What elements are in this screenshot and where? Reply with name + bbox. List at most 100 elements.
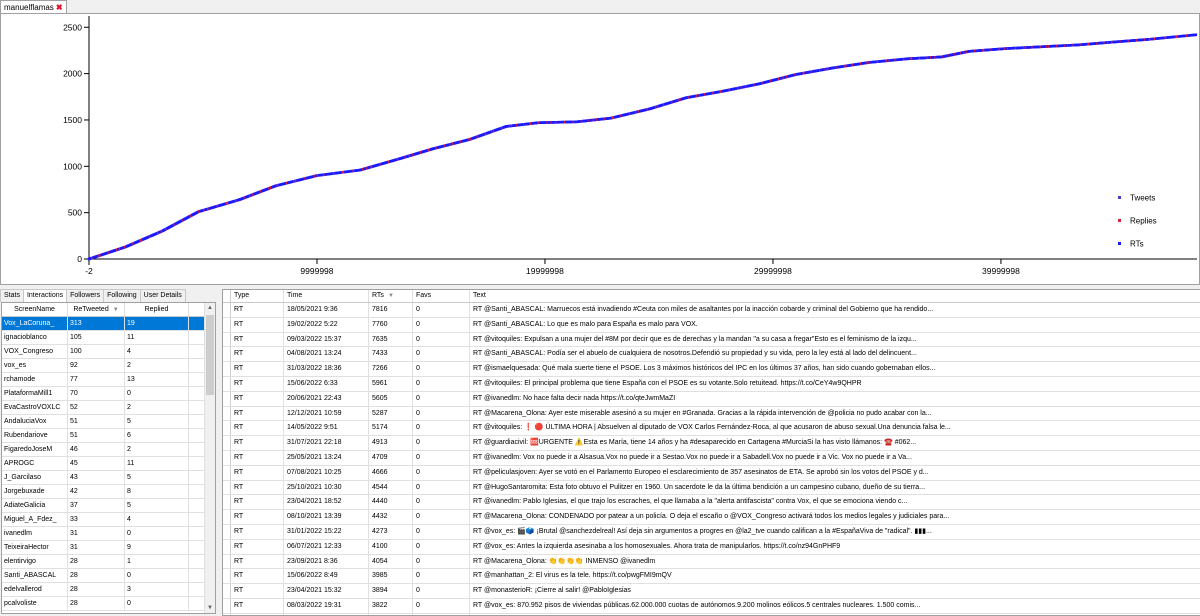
- screenname-cell[interactable]: Rubendariove: [2, 429, 68, 442]
- rts-cell[interactable]: 4100: [369, 539, 413, 554]
- row-header[interactable]: [223, 347, 231, 362]
- favs-cell[interactable]: 0: [413, 406, 470, 421]
- table-row[interactable]: RT 08/03/2022 19:31 3822 0 RT @vox_es: 870.9…: [223, 598, 1200, 614]
- time-cell[interactable]: 06/07/2021 12:33: [284, 539, 369, 554]
- text-cell[interactable]: RT @ivanedlm: Pablo Iglesias, el que tra…: [470, 495, 1199, 509]
- rts-cell[interactable]: 5174: [369, 421, 413, 436]
- screenname-cell[interactable]: PlataformaMill1: [2, 387, 68, 400]
- table-row[interactable]: rchamode 77 13: [2, 373, 215, 387]
- time-cell[interactable]: 23/09/2021 8:36: [284, 554, 369, 569]
- row-header[interactable]: [223, 436, 231, 450]
- retweeted-cell[interactable]: 43: [68, 471, 125, 484]
- row-header[interactable]: [223, 362, 231, 376]
- scroll-down-icon[interactable]: ▼: [205, 603, 215, 613]
- row-header[interactable]: [223, 303, 231, 317]
- screenname-cell[interactable]: EvaCastroVOXLC: [2, 401, 68, 414]
- document-tab[interactable]: manuelflamas ✖: [0, 0, 67, 14]
- retweeted-cell[interactable]: 42: [68, 485, 125, 498]
- favs-cell[interactable]: 0: [413, 598, 470, 613]
- favs-cell[interactable]: 0: [413, 421, 470, 436]
- type-cell[interactable]: RT: [231, 539, 284, 554]
- retweeted-cell[interactable]: 92: [68, 359, 125, 372]
- row-header[interactable]: [223, 391, 231, 406]
- retweeted-cell[interactable]: 31: [68, 527, 125, 540]
- time-cell[interactable]: 07/08/2021 10:25: [284, 465, 369, 480]
- replied-cell[interactable]: 0: [125, 527, 189, 540]
- favs-cell[interactable]: 0: [413, 303, 470, 317]
- retweeted-cell[interactable]: 51: [68, 429, 125, 442]
- table-row[interactable]: RT 31/01/2022 15:22 4273 0 RT @vox_es: 🎬🗳️ ¡…: [223, 524, 1200, 540]
- time-cell[interactable]: 23/04/2021 18:52: [284, 495, 369, 510]
- text-cell[interactable]: RT @Santi_ABASCAL: Marruecos está invadi…: [470, 303, 1199, 317]
- table-row[interactable]: edelvallerod 28 3: [2, 583, 215, 597]
- type-cell[interactable]: RT: [231, 317, 284, 332]
- table-row[interactable]: vox_es 92 2: [2, 359, 215, 373]
- time-cell[interactable]: 20/06/2021 22:43: [284, 391, 369, 406]
- row-header[interactable]: [223, 598, 231, 613]
- retweeted-cell[interactable]: 51: [68, 415, 125, 428]
- row-header[interactable]: [223, 376, 231, 391]
- type-cell[interactable]: RT: [231, 362, 284, 376]
- replied-cell[interactable]: 2: [125, 359, 189, 372]
- row-header[interactable]: [223, 480, 231, 495]
- row-header[interactable]: [223, 539, 231, 554]
- table-row[interactable]: ignacioblanco 105 11: [2, 331, 215, 345]
- favs-cell[interactable]: 0: [413, 524, 470, 539]
- screenname-cell[interactable]: AdiateGalicia: [2, 499, 68, 512]
- text-cell[interactable]: RT @Macarena_Olona: 👏👏👏👏 INMENSO @ivaned…: [470, 555, 1199, 569]
- table-row[interactable]: RT 14/05/2022 9:51 5174 0 RT @vitoquiles: ❗ …: [223, 421, 1200, 437]
- row-header[interactable]: [223, 465, 231, 480]
- type-cell[interactable]: RT: [231, 465, 284, 480]
- time-cell[interactable]: 23/04/2021 15:32: [284, 584, 369, 598]
- type-cell[interactable]: RT: [231, 436, 284, 450]
- tab-followers[interactable]: Followers: [66, 289, 105, 302]
- replied-cell[interactable]: 4: [125, 345, 189, 358]
- time-cell[interactable]: 15/06/2022 8:49: [284, 569, 369, 584]
- interactions-scrollbar[interactable]: ▲ ▼: [204, 303, 215, 613]
- favs-cell[interactable]: 0: [413, 332, 470, 347]
- time-cell[interactable]: 18/05/2021 9:36: [284, 303, 369, 317]
- rts-cell[interactable]: 5605: [369, 391, 413, 406]
- favs-cell[interactable]: 0: [413, 539, 470, 554]
- replied-cell[interactable]: 4: [125, 513, 189, 526]
- table-row[interactable]: RT 23/04/2021 15:32 3894 0 RT @monasterioR: …: [223, 584, 1200, 599]
- replied-cell[interactable]: 0: [125, 387, 189, 400]
- screenname-cell[interactable]: edelvallerod: [2, 583, 68, 596]
- rts-cell[interactable]: 7433: [369, 347, 413, 362]
- column-header-type[interactable]: Type: [231, 290, 284, 302]
- type-cell[interactable]: RT: [231, 332, 284, 347]
- time-cell[interactable]: 31/01/2022 15:22: [284, 524, 369, 539]
- replied-cell[interactable]: 2: [125, 401, 189, 414]
- rts-cell[interactable]: 4273: [369, 524, 413, 539]
- table-row[interactable]: RT 19/02/2022 5:22 7760 0 RT @Santi_ABASCAL:…: [223, 317, 1200, 333]
- table-row[interactable]: RT 12/12/2021 10:59 5287 0 RT @Macarena_Olon…: [223, 406, 1200, 422]
- retweeted-cell[interactable]: 28: [68, 583, 125, 596]
- type-cell[interactable]: RT: [231, 391, 284, 406]
- text-cell[interactable]: RT @peliculasjoven: Ayer se votó en el P…: [470, 466, 1199, 480]
- rts-cell[interactable]: 3985: [369, 569, 413, 584]
- table-row[interactable]: RT 23/04/2021 18:52 4440 0 RT @ivanedlm: Pab…: [223, 495, 1200, 511]
- favs-cell[interactable]: 0: [413, 362, 470, 376]
- row-header[interactable]: [223, 569, 231, 584]
- screenname-cell[interactable]: APROGC: [2, 457, 68, 470]
- favs-cell[interactable]: 0: [413, 465, 470, 480]
- replied-cell[interactable]: 3: [125, 583, 189, 596]
- screenname-cell[interactable]: ignacioblanco: [2, 331, 68, 344]
- table-row[interactable]: RT 15/06/2022 8:49 3985 0 RT @manhattan_2: E…: [223, 569, 1200, 585]
- type-cell[interactable]: RT: [231, 303, 284, 317]
- rts-cell[interactable]: 3822: [369, 598, 413, 613]
- time-cell[interactable]: 08/03/2022 19:31: [284, 598, 369, 613]
- time-cell[interactable]: 25/10/2021 10:30: [284, 480, 369, 495]
- rts-cell[interactable]: 7635: [369, 332, 413, 347]
- table-row[interactable]: RT 31/07/2021 22:18 4913 0 RT @guardiacivil:…: [223, 436, 1200, 451]
- text-cell[interactable]: RT @HugoSantaromita: Esta foto obtuvo el…: [470, 481, 1199, 495]
- tab-following[interactable]: Following: [103, 289, 141, 302]
- rts-cell[interactable]: 7266: [369, 362, 413, 376]
- text-cell[interactable]: RT @manhattan_2: El virus es la tele. ht…: [470, 569, 1199, 583]
- text-cell[interactable]: RT @guardiacivil: 🆘URGENTE ⚠️Esta es Mar…: [470, 436, 1199, 450]
- table-row[interactable]: AndaluciaVox 51 5: [2, 415, 215, 429]
- text-cell[interactable]: RT @Santi_ABASCAL: Podía ser el abuelo d…: [470, 347, 1199, 361]
- text-cell[interactable]: RT @vox_es: 🎬🗳️ ¡Brutal @sanchezdelreal!…: [470, 525, 1199, 539]
- text-cell[interactable]: RT @ivanedlm: Vox no puede ir a Alsasua.…: [470, 451, 1199, 465]
- screenname-cell[interactable]: AndaluciaVox: [2, 415, 68, 428]
